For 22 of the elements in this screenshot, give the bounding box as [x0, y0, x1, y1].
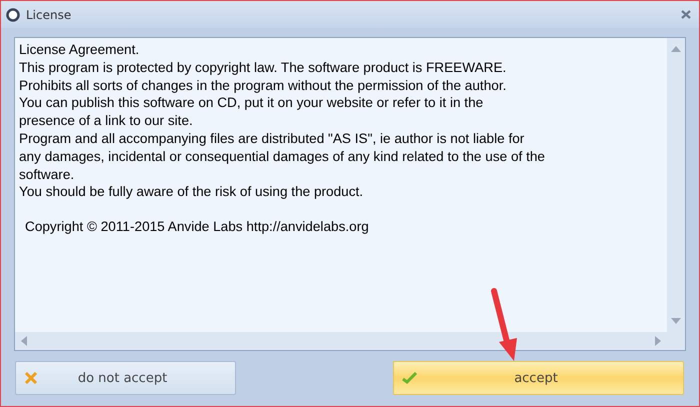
license-text-line: This program is protected by copyright law. The software product is FREEWARE.: [19, 58, 506, 77]
app-icon: [6, 8, 20, 22]
cross-icon: [24, 372, 38, 384]
license-text-line: any damages, incidental or consequential damages of any kind related to the use of the: [19, 148, 545, 166]
license-text-box[interactable]: [14, 37, 686, 351]
decline-button[interactable]: do not accept: [15, 361, 236, 395]
scroll-right-icon[interactable]: [655, 336, 661, 346]
scroll-down-icon[interactable]: [671, 318, 681, 324]
license-text-line: Program and all accompanying files are distributed "AS IS", ie author is not liable for: [19, 130, 524, 148]
license-text-line: presence of a link to our site.: [19, 112, 193, 130]
close-icon[interactable]: [681, 10, 691, 19]
scroll-left-icon[interactable]: [21, 336, 27, 346]
license-text-line: License Agreement.: [19, 41, 140, 59]
license-text-line: You can publish this software on CD, put it on your website or refer to it in the: [19, 94, 484, 112]
license-text-line: software.: [19, 166, 74, 184]
license-text-line: You should be fully aware of the risk of using the product.: [19, 183, 364, 202]
copyright-text: Copyright © 2011-2015 Anvide Labs http://anvidelabs.org: [25, 218, 369, 236]
check-icon: [402, 372, 417, 384]
window-title: License: [26, 8, 72, 22]
scroll-up-icon[interactable]: [671, 46, 681, 52]
license-text-line: Prohibits all sorts of changes in the program without the permission of the author.: [19, 76, 506, 94]
accept-button[interactable]: accept: [393, 361, 684, 395]
